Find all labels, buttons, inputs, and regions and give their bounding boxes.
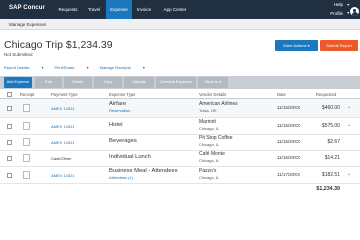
expense-type: Hotel [109, 122, 123, 128]
allocate-button[interactable]: Allocate [124, 77, 154, 88]
nav-invoice[interactable]: Invoice [132, 0, 156, 19]
nav-app-center[interactable]: App Center [157, 0, 193, 19]
expense-type: Airfare [109, 101, 127, 107]
chevron-down-icon[interactable]: ⌄ [347, 104, 351, 110]
copy-button[interactable]: Copy [94, 77, 122, 88]
col-date[interactable]: Date [277, 92, 286, 97]
move-to-button[interactable]: Move to ▾ [198, 77, 228, 88]
expense-date: 11/15/20XX [277, 105, 301, 110]
delete-button[interactable]: Delete [64, 77, 92, 88]
manage-receipts-link[interactable]: Manage Receipts ▾ [100, 65, 145, 70]
row-divider [0, 150, 360, 151]
more-actions-button[interactable]: More Actions ▾ [275, 40, 318, 51]
chevron-down-icon[interactable]: ⌄ [347, 122, 351, 128]
payment-type: Cash/Other [51, 156, 72, 161]
row-divider [0, 183, 360, 184]
expense-type: Business Meal - Attendees [109, 168, 178, 174]
row-checkbox[interactable] [7, 173, 12, 178]
vendor-name: American Airlines [199, 101, 238, 107]
row-checkbox[interactable] [7, 156, 12, 161]
requested-amount: $14.21 [324, 155, 340, 161]
expense-type: Individual Lunch [109, 154, 151, 160]
more-actions-label: More Actions [283, 43, 307, 48]
requested-amount: $2.67 [327, 139, 340, 145]
vendor-name: Pazzo's [199, 168, 217, 174]
expense-date: 11/15/20XX [277, 123, 301, 128]
payment-type-link[interactable]: AMEX 14321 [51, 140, 75, 145]
report-links: Report Details ▾ Print/Share ▾ Manage Rece… [4, 65, 156, 70]
chevron-down-icon[interactable]: ⌄ [347, 171, 351, 177]
expense-date: 11/17/20XX [277, 172, 301, 177]
receipt-thumbnail-icon[interactable] [23, 104, 30, 112]
nav-requests[interactable]: Requests [53, 0, 83, 19]
vendor-name: Café Monte [199, 151, 225, 157]
attendees-link[interactable]: Attendees (1) [109, 175, 133, 180]
vendor-name: Marriott [199, 119, 216, 125]
edit-button[interactable]: Edit [35, 77, 62, 88]
row-checkbox[interactable] [7, 106, 12, 111]
expense-date: 11/15/20XX [277, 139, 301, 144]
report-total: $1,234.39 [316, 186, 340, 192]
col-requested[interactable]: Requested [316, 92, 336, 97]
payment-type-link[interactable]: AMEX 14321 [51, 106, 75, 111]
report-title: Chicago Trip $1,234.39 [4, 39, 113, 51]
requested-amount: $575.00 [321, 123, 340, 129]
report-details-link[interactable]: Report Details ▾ [4, 65, 43, 70]
nav-travel[interactable]: Travel [83, 0, 105, 19]
row-checkbox[interactable] [7, 124, 12, 129]
col-expense-type[interactable]: Expense Type [109, 92, 135, 97]
col-payment-type[interactable]: Payment Type [51, 92, 78, 97]
user-avatar-icon[interactable] [350, 7, 359, 16]
nav-expense[interactable]: Expense [106, 0, 132, 19]
combine-expenses-button[interactable]: Combine Expenses [156, 77, 196, 88]
chevron-down-icon: ▼ [346, 3, 350, 7]
avatar-body [351, 12, 358, 16]
vendor-city: Tulsa, OK [199, 108, 217, 113]
receipt-thumbnail-icon[interactable] [23, 171, 30, 179]
col-vendor-details[interactable]: Vendor Details [199, 92, 226, 97]
payment-type-link[interactable]: AMEX 14321 [51, 173, 75, 178]
row-divider [0, 134, 360, 135]
top-nav-bar: SAP Concur Requests Travel Expense Invoi… [0, 0, 360, 19]
row-divider [0, 117, 360, 118]
row-checkbox[interactable] [7, 140, 12, 145]
add-expense-button[interactable]: Add Expense [4, 77, 32, 88]
help-menu[interactable]: Help [334, 1, 343, 9]
expense-date: 11/16/20XX [277, 155, 301, 160]
submit-report-button[interactable]: Submit Report [320, 40, 358, 51]
col-receipt[interactable]: Receipt [20, 92, 34, 97]
vendor-city: Chicago, IL [199, 142, 220, 147]
reservation-link[interactable]: Reservation [109, 108, 130, 113]
expense-type: Beverages [109, 138, 137, 144]
receipt-thumbnail-icon[interactable] [23, 122, 30, 130]
row-divider [0, 166, 360, 167]
profile-menu[interactable]: Profile [330, 10, 343, 17]
receipt-thumbnail-icon[interactable] [23, 154, 30, 162]
sub-header: Manage Expenses [0, 19, 360, 30]
sap-concur-logo[interactable]: SAP Concur [9, 5, 45, 11]
payment-type-link[interactable]: AMEX 14321 [51, 124, 75, 129]
receipt-thumbnail-icon[interactable] [23, 138, 30, 146]
report-status: Not Submitted [4, 52, 33, 57]
requested-amount: $182.51 [321, 172, 340, 178]
requested-amount: $460.00 [321, 105, 340, 111]
vendor-city: Chicago, IL [199, 175, 220, 180]
print-share-link[interactable]: Print/Share ▾ [54, 65, 88, 70]
manage-expenses-link[interactable]: Manage Expenses [9, 22, 46, 27]
vendor-city: Chicago, IL [199, 158, 220, 163]
vendor-city: Chicago, IL [199, 126, 220, 131]
select-all-checkbox[interactable] [7, 92, 12, 97]
vendor-name: Pit Stop Coffee [199, 135, 233, 141]
